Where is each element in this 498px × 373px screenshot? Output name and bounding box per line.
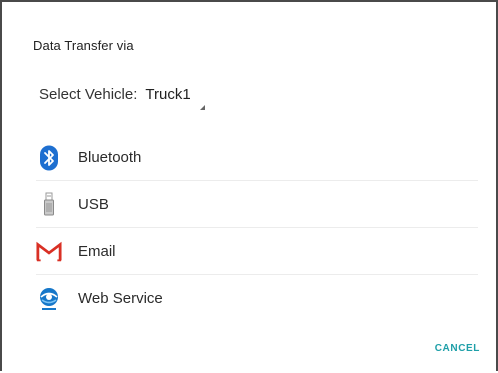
option-email[interactable]: Email xyxy=(2,228,496,275)
option-label-bluetooth: Bluetooth xyxy=(78,149,142,166)
option-usb[interactable]: USB xyxy=(2,181,496,228)
spinner-caret-icon xyxy=(199,105,205,110)
usb-icon xyxy=(36,192,62,218)
dialog: Data Transfer via Select Vehicle: Truck1… xyxy=(0,0,498,371)
vehicle-label: Select Vehicle: xyxy=(39,86,138,103)
bluetooth-icon xyxy=(36,145,62,171)
option-label-email: Email xyxy=(78,243,116,260)
web-service-icon xyxy=(36,286,62,312)
option-bluetooth[interactable]: Bluetooth xyxy=(2,134,496,181)
gmail-icon xyxy=(36,239,62,265)
option-label-web-service: Web Service xyxy=(78,290,163,307)
cancel-button[interactable]: CANCEL xyxy=(435,343,480,354)
option-web-service[interactable]: Web Service xyxy=(2,275,496,322)
vehicle-selector-row: Select Vehicle: Truck1 xyxy=(39,86,205,110)
option-label-usb: USB xyxy=(78,196,109,213)
transfer-options: Bluetooth USB Email Web Service xyxy=(2,134,496,322)
vehicle-spinner[interactable]: Truck1 xyxy=(145,86,205,110)
dialog-title: Data Transfer via xyxy=(33,38,134,53)
vehicle-value: Truck1 xyxy=(145,86,191,103)
